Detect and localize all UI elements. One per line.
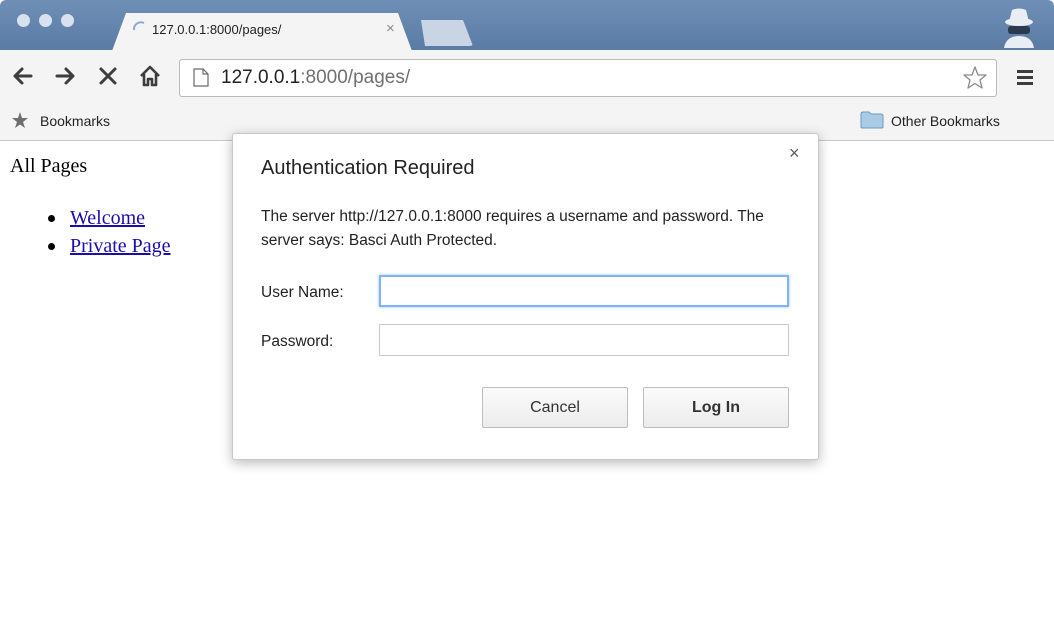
dialog-close-icon[interactable]: × (789, 143, 800, 164)
bookmarks-star-icon (12, 112, 28, 128)
page-icon (193, 68, 209, 87)
back-arrow-icon[interactable] (11, 64, 35, 88)
bookmark-star-icon[interactable] (962, 65, 988, 91)
incognito-icon (1004, 8, 1034, 48)
list-item: Welcome (48, 204, 171, 232)
page-title: All Pages (10, 155, 88, 177)
password-label: Password: (261, 333, 334, 350)
tab-title: 127.0.0.1:8000/pages/ (152, 22, 282, 37)
other-bookmarks-button[interactable]: Other Bookmarks (891, 113, 1000, 129)
forward-arrow-icon[interactable] (53, 64, 77, 88)
close-window-button[interactable] (17, 14, 30, 27)
minimize-window-button[interactable] (39, 14, 52, 27)
home-icon[interactable] (138, 64, 162, 88)
stop-loading-icon[interactable] (96, 64, 120, 88)
private-page-link[interactable]: Private Page (70, 235, 171, 257)
password-field[interactable] (379, 324, 789, 356)
address-url[interactable]: 127.0.0.1:8000/pages/ (221, 66, 410, 90)
login-button[interactable]: Log In (643, 387, 789, 428)
username-field[interactable] (379, 275, 789, 307)
username-label: User Name: (261, 284, 344, 301)
loading-spinner-icon (132, 21, 145, 31)
tab-close-icon[interactable]: × (386, 21, 395, 37)
menu-icon[interactable] (1015, 67, 1035, 87)
zoom-window-button[interactable] (61, 14, 74, 27)
welcome-link[interactable]: Welcome (70, 207, 145, 229)
url-host: 127.0.0.1 (221, 67, 301, 88)
page-list: Welcome Private Page (48, 204, 171, 260)
cancel-button[interactable]: Cancel (482, 387, 628, 428)
folder-icon (860, 111, 884, 129)
dialog-message: The server http://127.0.0.1:8000 require… (261, 208, 764, 249)
dialog-title: Authentication Required (261, 157, 475, 179)
url-path: :8000/pages/ (300, 67, 411, 88)
list-item: Private Page (48, 232, 171, 260)
bookmarks-label[interactable]: Bookmarks (40, 113, 110, 129)
